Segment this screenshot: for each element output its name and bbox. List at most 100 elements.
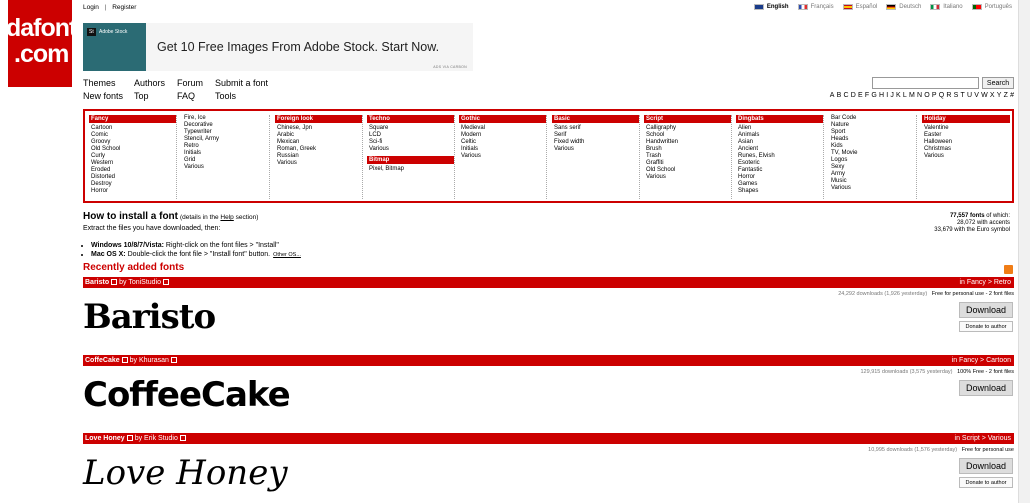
category-link[interactable]: TV, Movie xyxy=(829,150,916,157)
font-preview[interactable]: Baristo xyxy=(83,297,216,337)
category-link[interactable]: Asian xyxy=(736,139,823,146)
alphabet-letter[interactable]: K xyxy=(896,92,901,99)
category-link[interactable]: Sci-fi xyxy=(367,139,454,146)
category-link[interactable]: Music xyxy=(829,178,916,185)
category-link[interactable]: Arabic xyxy=(275,132,362,139)
category-link[interactable]: Kids xyxy=(829,143,916,150)
category-link[interactable]: Roman, Greek xyxy=(275,146,362,153)
category-link[interactable]: Various xyxy=(182,164,269,171)
category-link[interactable]: Trash xyxy=(644,153,731,160)
category-link[interactable]: Pixel, Bitmap xyxy=(367,166,454,173)
category-link[interactable]: Western xyxy=(89,160,176,167)
category-link[interactable]: Easter xyxy=(922,132,1010,139)
alphabet-letter[interactable]: T xyxy=(961,92,965,99)
download-button[interactable]: Download xyxy=(959,380,1013,396)
download-button[interactable]: Download xyxy=(959,458,1013,474)
donate-button[interactable]: Donate to author xyxy=(959,477,1013,488)
category-heading[interactable]: Bitmap xyxy=(367,156,454,164)
alphabet-letter[interactable]: N xyxy=(917,92,922,99)
alphabet-letter[interactable]: J xyxy=(890,92,894,99)
category-link[interactable]: Various xyxy=(922,153,1010,160)
alphabet-letter[interactable]: X xyxy=(990,92,995,99)
ad-via[interactable]: ADS VIA CARBON xyxy=(433,65,467,69)
category-link[interactable]: Old School xyxy=(644,167,731,174)
category-link[interactable]: Graffiti xyxy=(644,160,731,167)
alphabet-letter[interactable]: O xyxy=(924,92,929,99)
alphabet-letter[interactable]: W xyxy=(981,92,988,99)
font-name-link[interactable]: CoffeCake xyxy=(85,357,120,364)
category-link[interactable]: Modern xyxy=(459,132,546,139)
category-link[interactable]: Bar Code xyxy=(829,115,916,122)
category-link[interactable]: Fixed width xyxy=(552,139,639,146)
category-link[interactable]: Mexican xyxy=(275,139,362,146)
help-link[interactable]: Help xyxy=(220,214,233,221)
category-link[interactable]: Initials xyxy=(182,150,269,157)
font-category-link[interactable]: in Script > Various xyxy=(955,433,1011,444)
category-link[interactable]: Initials xyxy=(459,146,546,153)
lang-german[interactable]: Deutsch xyxy=(886,4,921,10)
font-category-link[interactable]: in Fancy > Retro xyxy=(959,277,1011,288)
category-link[interactable]: Fire, Ice xyxy=(182,115,269,122)
category-link[interactable]: Russian xyxy=(275,153,362,160)
nav-forum[interactable]: Forum xyxy=(177,78,203,88)
category-link[interactable]: Ancient xyxy=(736,146,823,153)
category-link[interactable]: Nature xyxy=(829,122,916,129)
font-author-link[interactable]: by ToniStudio xyxy=(119,279,161,286)
font-preview[interactable]: CoffeeCake xyxy=(83,375,291,415)
category-link[interactable]: Medieval xyxy=(459,125,546,132)
lang-italian[interactable]: Italiano xyxy=(930,4,963,10)
category-heading[interactable]: Script xyxy=(644,115,731,123)
alphabet-letter[interactable]: D xyxy=(851,92,856,99)
nav-tools[interactable]: Tools xyxy=(215,91,236,101)
alphabet-letter[interactable]: E xyxy=(858,92,863,99)
alphabet-letter[interactable]: U xyxy=(967,92,972,99)
category-link[interactable]: Alien xyxy=(736,125,823,132)
category-link[interactable]: Army xyxy=(829,171,916,178)
register-link[interactable]: Register xyxy=(112,4,136,11)
category-link[interactable]: Logos xyxy=(829,157,916,164)
category-link[interactable]: Decorative xyxy=(182,122,269,129)
alphabet-letter[interactable]: M xyxy=(909,92,915,99)
category-link[interactable]: Horror xyxy=(89,188,176,195)
category-heading[interactable]: Foreign look xyxy=(275,115,362,123)
alphabet-letter[interactable]: L xyxy=(903,92,907,99)
font-preview[interactable]: Love Honey xyxy=(83,453,288,493)
category-link[interactable]: Games xyxy=(736,181,823,188)
category-link[interactable]: Brush xyxy=(644,146,731,153)
category-link[interactable]: Various xyxy=(459,153,546,160)
category-link[interactable]: Groovy xyxy=(89,139,176,146)
external-link-icon[interactable] xyxy=(163,279,170,285)
category-link[interactable]: Various xyxy=(275,160,362,167)
category-heading[interactable]: Dingbats xyxy=(736,115,823,123)
category-link[interactable]: Shapes xyxy=(736,188,823,195)
info-icon[interactable] xyxy=(126,435,133,441)
donate-button[interactable]: Donate to author xyxy=(959,321,1013,332)
nav-faq[interactable]: FAQ xyxy=(177,91,195,101)
category-link[interactable]: Christmas xyxy=(922,146,1010,153)
other-os-link[interactable]: Other OS... xyxy=(273,252,301,258)
font-author-link[interactable]: by Khurasan xyxy=(130,357,169,364)
alphabet-letter[interactable]: B xyxy=(837,92,842,99)
font-name-link[interactable]: Baristo xyxy=(85,279,109,286)
alphabet-letter[interactable]: F xyxy=(865,92,869,99)
category-heading[interactable]: Gothic xyxy=(459,115,546,123)
category-link[interactable]: Animals xyxy=(736,132,823,139)
font-category-link[interactable]: in Fancy > Cartoon xyxy=(952,355,1011,366)
category-link[interactable]: Horror xyxy=(736,174,823,181)
download-button[interactable]: Download xyxy=(959,302,1013,318)
nav-new-fonts[interactable]: New fonts xyxy=(83,91,123,101)
category-link[interactable]: Grid xyxy=(182,157,269,164)
login-link[interactable]: Login xyxy=(83,4,99,11)
external-link-icon[interactable] xyxy=(179,435,186,441)
page-scrollbar[interactable] xyxy=(1018,0,1030,503)
rss-icon[interactable] xyxy=(1004,265,1013,274)
info-icon[interactable] xyxy=(111,279,118,285)
category-link[interactable]: Calligraphy xyxy=(644,125,731,132)
alphabet-letter[interactable]: A xyxy=(830,92,835,99)
category-link[interactable]: Destroy xyxy=(89,181,176,188)
category-link[interactable]: Serif xyxy=(552,132,639,139)
category-link[interactable]: Various xyxy=(644,174,731,181)
category-link[interactable]: Heads xyxy=(829,136,916,143)
category-link[interactable]: Handwritten xyxy=(644,139,731,146)
category-link[interactable]: Typewriter xyxy=(182,129,269,136)
